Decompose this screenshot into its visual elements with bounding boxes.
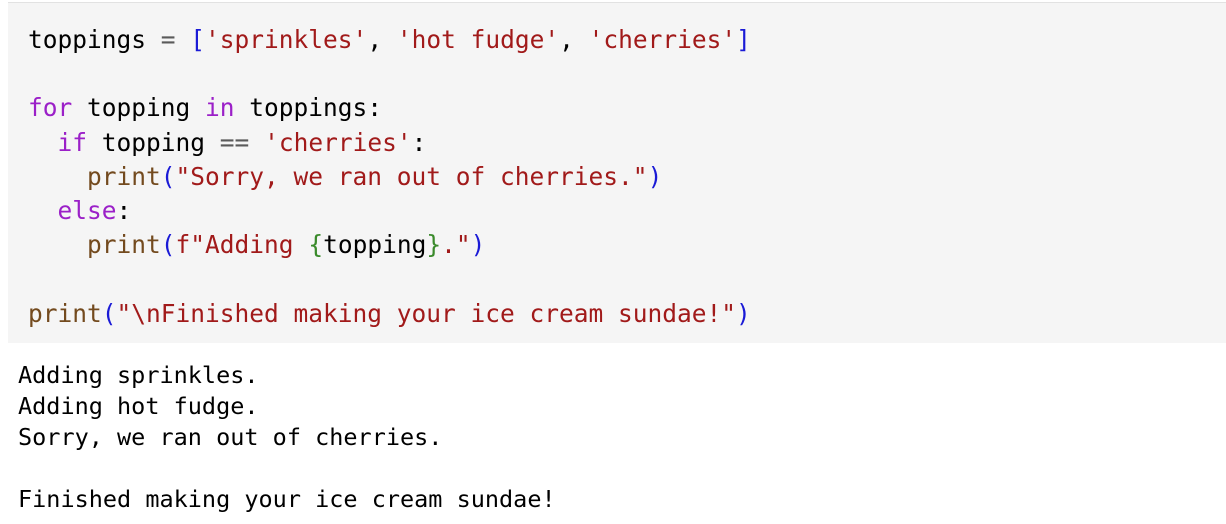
code-token-builtin: print	[87, 230, 161, 260]
code-token-variable: toppings	[28, 25, 147, 54]
code-token-text: topping	[87, 127, 220, 157]
cell-output-area: Adding sprinkles. Adding hot fudge. Sorry,…	[0, 343, 1226, 524]
output-line-blank	[18, 453, 556, 484]
code-token-colon: :	[411, 127, 427, 157]
code-line-2-blank	[28, 57, 751, 91]
output-line: Finished making your ice cream sundae!	[18, 485, 556, 513]
code-token-keyword: for	[28, 93, 73, 123]
code-token-bracket: )	[470, 230, 486, 260]
code-line-4: if topping == 'cherries':	[28, 126, 751, 160]
code-token-string: f"Adding	[175, 230, 309, 260]
code-token-fstring-brace: }	[426, 230, 442, 260]
code-token-bracket: (	[160, 161, 176, 191]
code-token-text: topping	[72, 93, 206, 123]
code-token-operator: ==	[219, 127, 250, 157]
code-line-9: print("\nFinished making your ice cream …	[28, 297, 751, 331]
code-input-area[interactable]: toppings = ['sprinkles', 'hot fudge', 'c…	[8, 2, 1226, 343]
code-token-builtin: print	[87, 161, 161, 191]
code-token-string: ."	[441, 230, 471, 260]
code-line-3: for topping in toppings:	[28, 91, 751, 125]
output-line: Adding sprinkles.	[18, 361, 259, 389]
code-line-1: toppings = ['sprinkles', 'hot fudge', 'c…	[28, 23, 751, 57]
code-token-keyword: if	[57, 127, 88, 157]
code-token-bracket: (	[101, 298, 117, 328]
code-token-string: 'cherries'	[264, 127, 412, 157]
code-token-variable: topping	[323, 230, 427, 260]
output-line: Adding hot fudge.	[18, 392, 259, 420]
code-token-operator: =	[146, 25, 191, 54]
code-line-8-blank	[28, 262, 751, 296]
code-token-bracket: (	[160, 230, 176, 260]
code-token-bracket: )	[736, 298, 751, 328]
output-line: Sorry, we ran out of cherries.	[18, 423, 443, 451]
code-token-bracket: [	[190, 25, 206, 54]
code-token-string: 'hot fudge'	[396, 25, 560, 54]
code-token-text: toppings:	[234, 93, 383, 123]
code-line-5: print("Sorry, we ran out of cherries.")	[28, 160, 751, 194]
code-token-string: 'sprinkles'	[205, 25, 368, 54]
code-token-string: "\nFinished making your ice cream sundae…	[116, 298, 737, 328]
code-line-7: print(f"Adding {topping}.")	[28, 228, 751, 262]
code-token-builtin: print	[28, 298, 102, 328]
code-token-comma: ,	[559, 25, 589, 54]
notebook-cell: toppings = ['sprinkles', 'hot fudge', 'c…	[0, 0, 1226, 524]
code-line-6: else:	[28, 194, 751, 228]
code-editor[interactable]: toppings = ['sprinkles', 'hot fudge', 'c…	[28, 23, 751, 331]
code-token-bracket: )	[647, 161, 663, 191]
code-token-keyword: in	[205, 93, 235, 123]
code-token-fstring-brace: {	[308, 230, 324, 260]
code-token-bracket: ]	[736, 25, 751, 54]
code-token-string: 'cherries'	[588, 25, 737, 54]
cell-output-text: Adding sprinkles. Adding hot fudge. Sorry,…	[18, 360, 556, 515]
code-token-keyword: else	[57, 195, 117, 225]
code-token-string: "Sorry, we ran out of cherries."	[175, 161, 648, 191]
code-token-colon: :	[116, 195, 132, 225]
code-token-comma: ,	[367, 25, 397, 54]
